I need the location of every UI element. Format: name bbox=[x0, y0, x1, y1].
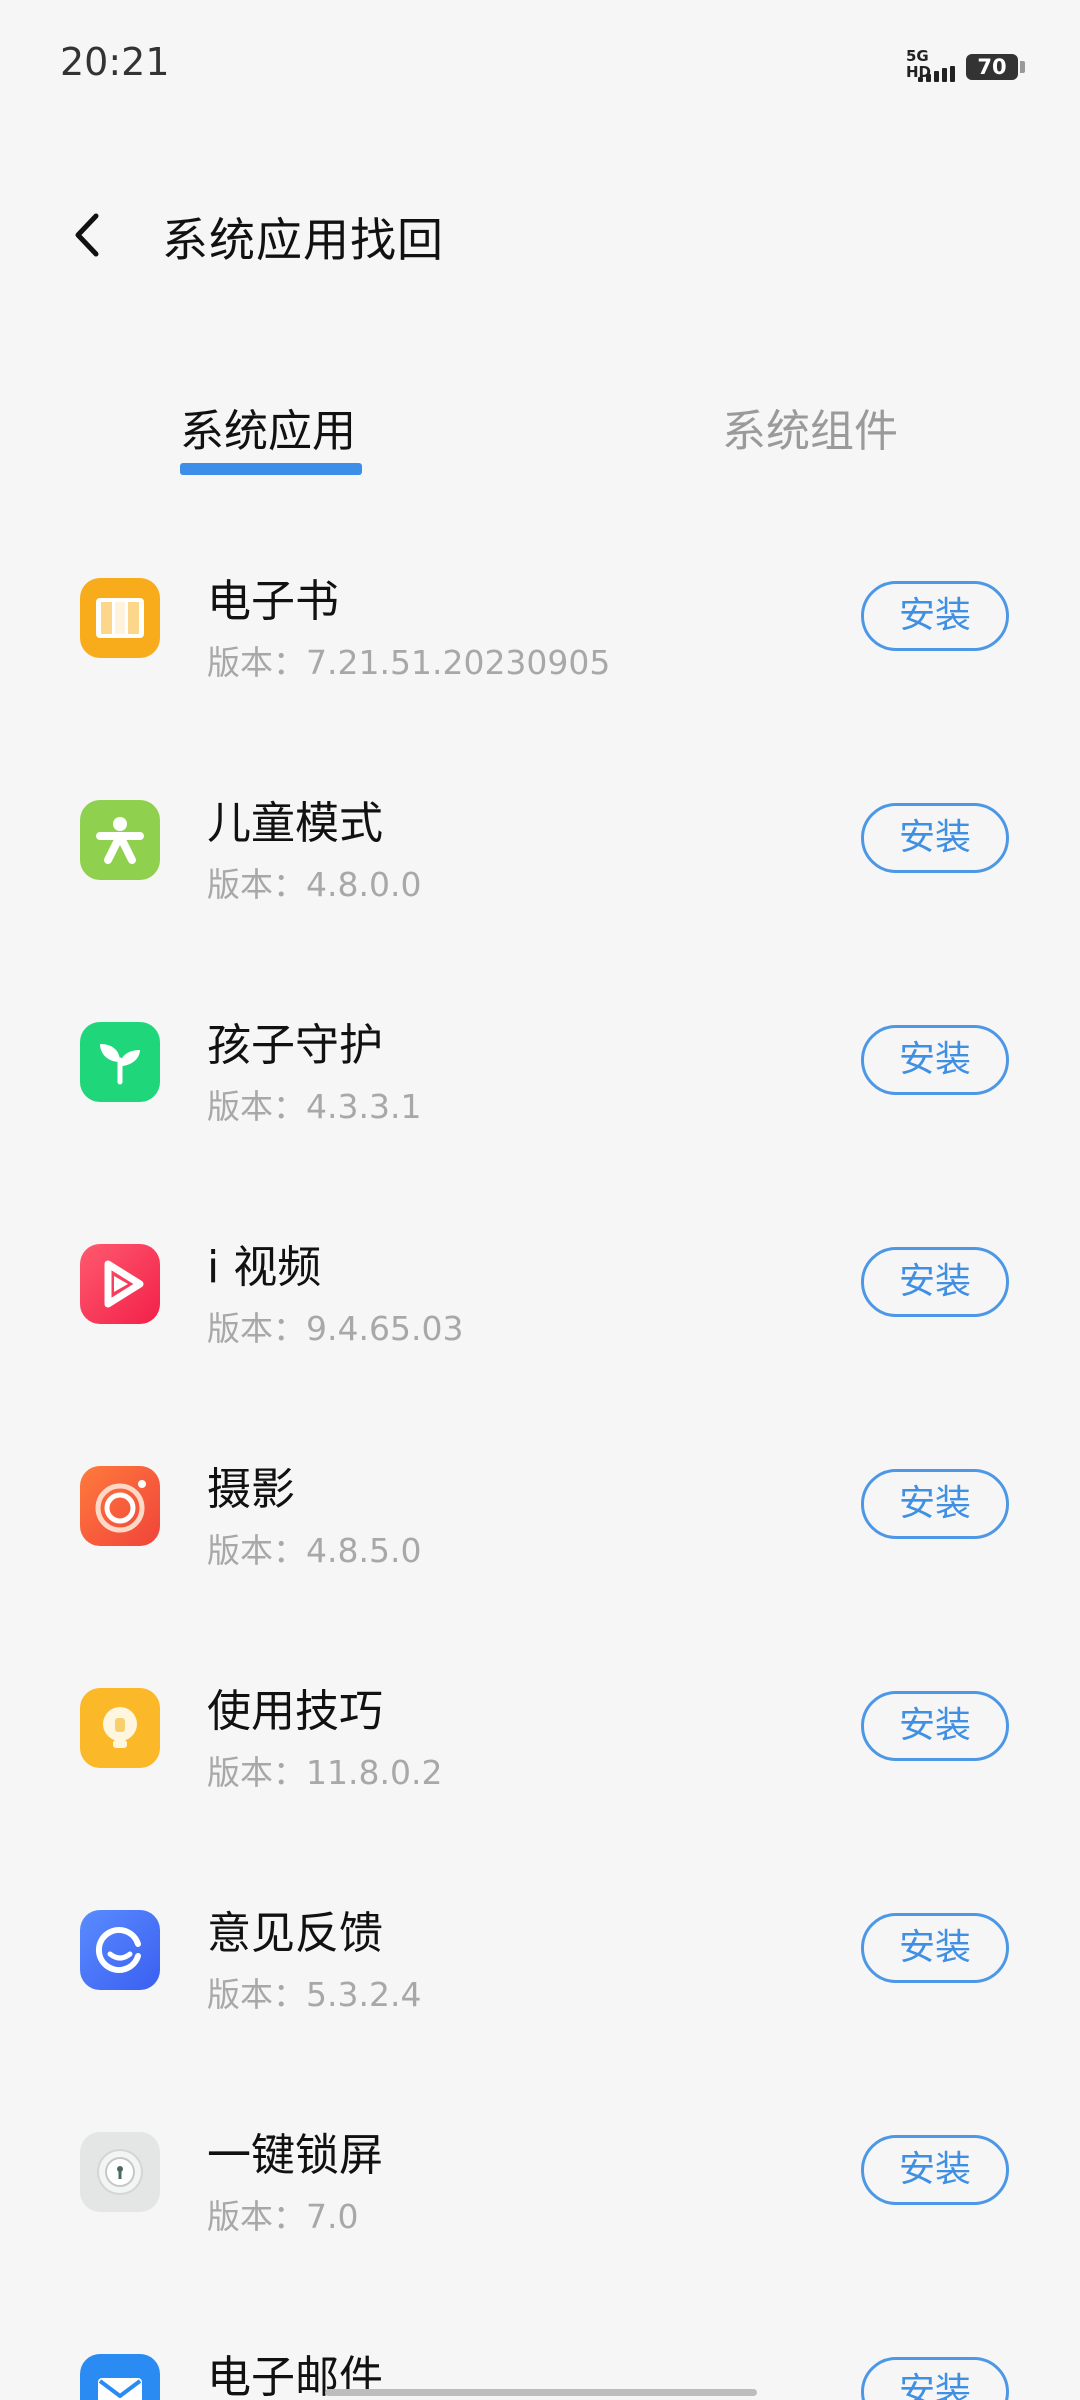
app-version: 版本：7.0 bbox=[207, 2197, 359, 2236]
header: 系统应用找回 bbox=[0, 180, 1080, 290]
list-item: 儿童模式 版本：4.8.0.0 安装 bbox=[0, 742, 1080, 964]
install-button[interactable]: 安装 bbox=[861, 1691, 1009, 1761]
install-button[interactable]: 安装 bbox=[861, 1025, 1009, 1095]
install-button[interactable]: 安装 bbox=[861, 803, 1009, 873]
app-version: 版本：4.8.0.0 bbox=[207, 865, 422, 904]
list-item: 使用技巧 版本：11.8.0.2 安装 bbox=[0, 1630, 1080, 1852]
tips-icon bbox=[80, 1688, 160, 1768]
app-name: 一键锁屏 bbox=[207, 2130, 383, 2181]
tab-indicator bbox=[180, 463, 362, 475]
kids-mode-icon bbox=[80, 800, 160, 880]
back-icon[interactable] bbox=[64, 210, 114, 260]
signal-icon: 5G HD bbox=[906, 48, 956, 84]
app-version: 版本：5.3.2.4 bbox=[207, 1975, 422, 2014]
ebook-icon bbox=[80, 578, 160, 658]
app-name: 电子书 bbox=[207, 576, 339, 627]
list-item: 意见反馈 版本：5.3.2.4 安装 bbox=[0, 1852, 1080, 2074]
battery-level: 70 bbox=[977, 55, 1007, 79]
app-version: 版本：9.4.65.03 bbox=[207, 1309, 464, 1348]
screen: 20:21 5G HD 70 系统应用找回 系统应用 系统组件 电子书 版本：7… bbox=[0, 0, 1080, 2400]
app-name: 使用技巧 bbox=[207, 1686, 383, 1737]
child-guard-icon bbox=[80, 1022, 160, 1102]
status-bar: 20:21 5G HD 70 bbox=[0, 0, 1080, 130]
home-indicator[interactable] bbox=[325, 2389, 757, 2396]
install-button[interactable]: 安装 bbox=[861, 1247, 1009, 1317]
list-item: 电子邮件 安装 bbox=[0, 2296, 1080, 2400]
tab-system-apps[interactable]: 系统应用 bbox=[180, 395, 356, 459]
install-button[interactable]: 安装 bbox=[861, 2357, 1009, 2400]
app-name: 儿童模式 bbox=[207, 798, 383, 849]
install-button[interactable]: 安装 bbox=[861, 581, 1009, 651]
install-button[interactable]: 安装 bbox=[861, 1913, 1009, 1983]
list-item: 摄影 版本：4.8.5.0 安装 bbox=[0, 1408, 1080, 1630]
battery-icon: 70 bbox=[966, 54, 1025, 80]
list-item: 电子书 版本：7.21.51.20230905 安装 bbox=[0, 520, 1080, 742]
install-button[interactable]: 安装 bbox=[861, 1469, 1009, 1539]
app-version: 版本：11.8.0.2 bbox=[207, 1753, 443, 1792]
lock-screen-icon bbox=[80, 2132, 160, 2212]
video-icon bbox=[80, 1244, 160, 1324]
list-item: 孩子守护 版本：4.3.3.1 安装 bbox=[0, 964, 1080, 1186]
feedback-icon bbox=[80, 1910, 160, 1990]
page-title: 系统应用找回 bbox=[162, 213, 444, 267]
app-name: 孩子守护 bbox=[207, 1020, 383, 1071]
app-version: 版本：7.21.51.20230905 bbox=[207, 643, 611, 682]
email-icon bbox=[80, 2354, 160, 2400]
camera-icon bbox=[80, 1466, 160, 1546]
app-name: 摄影 bbox=[207, 1464, 295, 1515]
list-item: i 视频 版本：9.4.65.03 安装 bbox=[0, 1186, 1080, 1408]
app-name: 意见反馈 bbox=[207, 1908, 383, 1959]
install-button[interactable]: 安装 bbox=[861, 2135, 1009, 2205]
status-time: 20:21 bbox=[60, 40, 170, 84]
app-version: 版本：4.8.5.0 bbox=[207, 1531, 422, 1570]
list-item: 一键锁屏 版本：7.0 安装 bbox=[0, 2074, 1080, 2296]
app-version: 版本：4.3.3.1 bbox=[207, 1087, 422, 1126]
app-name: i 视频 bbox=[207, 1242, 322, 1293]
tab-bar: 系统应用 系统组件 bbox=[0, 395, 1080, 485]
tab-system-components[interactable]: 系统组件 bbox=[722, 395, 898, 459]
